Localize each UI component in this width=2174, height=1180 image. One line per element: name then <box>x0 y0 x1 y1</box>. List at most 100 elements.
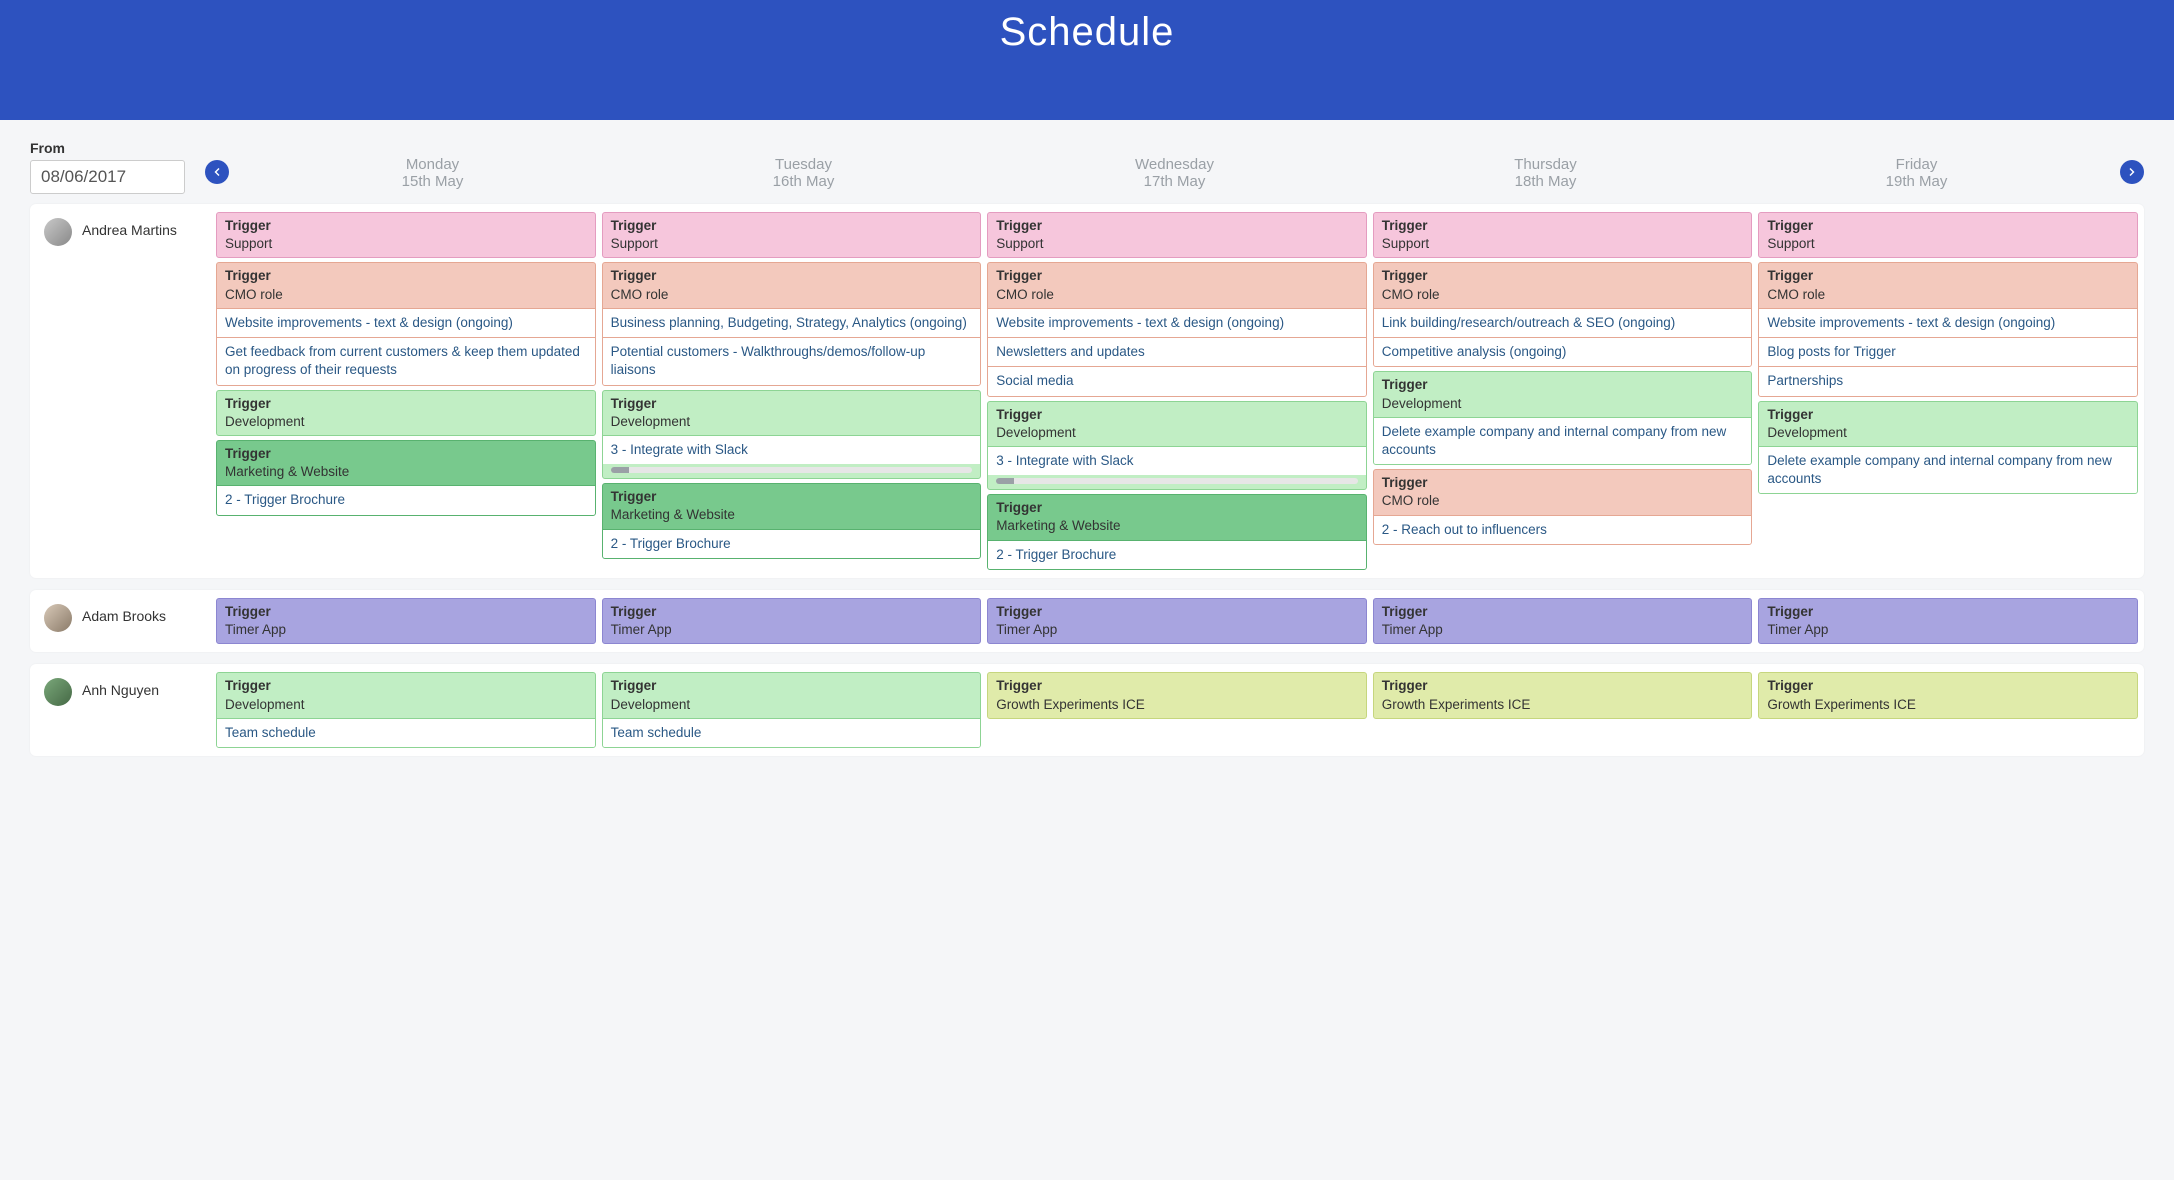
day-column: TriggerTimer App <box>602 598 982 644</box>
day-header: Tuesday 16th May <box>620 156 987 190</box>
card-item[interactable]: Blog posts for Trigger <box>1759 337 2137 366</box>
card-subtitle: Timer App <box>1767 621 2129 639</box>
from-input[interactable] <box>30 160 185 194</box>
schedule-card[interactable]: TriggerDevelopmentTeam schedule <box>216 672 596 748</box>
schedule-card[interactable]: TriggerDevelopmentDelete example company… <box>1758 401 2138 495</box>
card-item[interactable]: Team schedule <box>603 718 981 747</box>
card-item[interactable]: 2 - Trigger Brochure <box>988 540 1366 569</box>
schedule-card[interactable]: TriggerMarketing & Website2 - Trigger Br… <box>216 440 596 516</box>
next-button[interactable] <box>2120 160 2144 184</box>
card-subtitle: Timer App <box>225 621 587 639</box>
card-title: Trigger <box>996 267 1358 285</box>
card-title: Trigger <box>611 217 973 235</box>
card-header: TriggerDevelopment <box>1759 402 2137 446</box>
day-column: TriggerDevelopmentTeam schedule <box>216 672 596 748</box>
person-name: Adam Brooks <box>82 608 166 624</box>
day-date: 19th May <box>1733 173 2100 190</box>
day-column: TriggerSupportTriggerCMO roleWebsite imp… <box>216 212 596 570</box>
day-date: 18th May <box>1362 173 1729 190</box>
card-subtitle: CMO role <box>1382 492 1744 510</box>
schedule-card[interactable]: TriggerTimer App <box>1758 598 2138 644</box>
schedule-card[interactable]: TriggerCMO role Website improvements - te… <box>987 262 1367 396</box>
schedule-card[interactable]: TriggerTimer App <box>216 598 596 644</box>
card-subtitle: Development <box>225 413 587 431</box>
card-item[interactable]: 2 - Reach out to influencers <box>1374 515 1752 544</box>
card-header: TriggerDevelopment <box>1374 372 1752 416</box>
days-grid: TriggerTimer AppTriggerTimer AppTriggerT… <box>216 598 2138 644</box>
schedule-card[interactable]: TriggerCMO roleWebsite improvements - te… <box>216 262 596 385</box>
card-item[interactable]: Partnerships <box>1759 366 2137 395</box>
day-date: 15th May <box>249 173 616 190</box>
card-item[interactable]: Competitive analysis (ongoing) <box>1374 337 1752 366</box>
day-header: Thursday 18th May <box>1362 156 1729 190</box>
schedule-card[interactable]: TriggerGrowth Experiments ICE <box>1373 672 1753 718</box>
schedule-card[interactable]: TriggerTimer App <box>602 598 982 644</box>
card-item[interactable]: Business planning, Budgeting, Strategy, … <box>603 308 981 337</box>
card-header: TriggerMarketing & Website <box>988 495 1366 539</box>
schedule-card[interactable]: TriggerTimer App <box>1373 598 1753 644</box>
schedule-card[interactable]: TriggerCMO roleLink building/research/ou… <box>1373 262 1753 367</box>
schedule-card[interactable]: TriggerCMO roleWebsite improvements - te… <box>1758 262 2138 396</box>
page-title: Schedule <box>1000 10 1175 55</box>
card-subtitle: Support <box>225 235 587 253</box>
card-title: Trigger <box>1382 217 1744 235</box>
schedule-card[interactable]: TriggerSupport <box>216 212 596 258</box>
card-item[interactable]: Newsletters and updates <box>988 337 1366 366</box>
schedule-card[interactable]: TriggerSupport <box>987 212 1367 258</box>
card-header: TriggerSupport <box>603 213 981 257</box>
card-item[interactable]: Website improvements - text & design (on… <box>1759 308 2137 337</box>
schedule-card[interactable]: TriggerSupport <box>602 212 982 258</box>
card-item[interactable]: 3 - Integrate with Slack <box>988 446 1366 475</box>
schedule-card[interactable]: TriggerDevelopment3 - Integrate with Sla… <box>987 401 1367 491</box>
card-title: Trigger <box>611 603 973 621</box>
card-header: TriggerSupport <box>1374 213 1752 257</box>
schedule-card[interactable]: TriggerMarketing & Website2 - Trigger Br… <box>987 494 1367 570</box>
card-title: Trigger <box>1382 677 1744 695</box>
card-item[interactable]: Website improvements - text & design (on… <box>988 308 1366 337</box>
card-item[interactable]: Delete example company and internal comp… <box>1374 417 1752 464</box>
schedule-card[interactable]: TriggerTimer App <box>987 598 1367 644</box>
card-header: TriggerTimer App <box>603 599 981 643</box>
day-column: TriggerSupportTriggerCMO roleLink buildi… <box>1373 212 1753 570</box>
card-item[interactable]: 2 - Trigger Brochure <box>217 485 595 514</box>
progress-bar <box>611 467 973 473</box>
avatar <box>44 218 72 246</box>
schedule-card[interactable]: TriggerCMO roleBusiness planning, Budget… <box>602 262 982 385</box>
card-item[interactable]: Website improvements - text & design (on… <box>217 308 595 337</box>
card-header: TriggerCMO role <box>1759 263 2137 307</box>
card-item[interactable]: Social media <box>988 366 1366 395</box>
card-subtitle: CMO role <box>1382 286 1744 304</box>
schedule-card[interactable]: TriggerDevelopmentDelete example company… <box>1373 371 1753 465</box>
card-item[interactable]: Team schedule <box>217 718 595 747</box>
schedule-card[interactable]: TriggerDevelopmentTeam schedule <box>602 672 982 748</box>
schedule-card[interactable]: TriggerDevelopment3 - Integrate with Sla… <box>602 390 982 480</box>
schedule-card[interactable]: TriggerDevelopment <box>216 390 596 436</box>
schedule-card[interactable]: TriggerGrowth Experiments ICE <box>1758 672 2138 718</box>
days-grid: TriggerSupportTriggerCMO roleWebsite imp… <box>216 212 2138 570</box>
card-subtitle: Growth Experiments ICE <box>996 696 1358 714</box>
card-item[interactable]: Potential customers - Walkthroughs/demos… <box>603 337 981 384</box>
card-subtitle: CMO role <box>996 286 1358 304</box>
card-item[interactable]: Get feedback from current customers & ke… <box>217 337 595 384</box>
card-item[interactable]: 2 - Trigger Brochure <box>603 529 981 558</box>
schedule-card[interactable]: TriggerSupport <box>1373 212 1753 258</box>
card-item[interactable]: Delete example company and internal comp… <box>1759 446 2137 493</box>
card-title: Trigger <box>611 395 973 413</box>
schedule-card[interactable]: TriggerGrowth Experiments ICE <box>987 672 1367 718</box>
chevron-right-icon <box>2126 166 2138 178</box>
schedule-card[interactable]: TriggerSupport <box>1758 212 2138 258</box>
person-info: Anh Nguyen <box>36 672 216 748</box>
card-header: TriggerDevelopment <box>217 673 595 717</box>
from-label: From <box>30 140 185 156</box>
card-header: TriggerGrowth Experiments ICE <box>1759 673 2137 717</box>
schedule-rows: Andrea MartinsTriggerSupportTriggerCMO r… <box>30 204 2144 756</box>
day-column: TriggerSupport TriggerCMO roleBusiness pl… <box>602 212 982 570</box>
card-title: Trigger <box>225 677 587 695</box>
card-header: TriggerTimer App <box>217 599 595 643</box>
card-item[interactable]: 3 - Integrate with Slack <box>603 435 981 464</box>
prev-button[interactable] <box>205 160 229 184</box>
card-item[interactable]: Link building/research/outreach & SEO (o… <box>1374 308 1752 337</box>
schedule-card[interactable]: TriggerMarketing & Website2 - Trigger Br… <box>602 483 982 559</box>
schedule-card[interactable]: TriggerCMO role2 - Reach out to influenc… <box>1373 469 1753 545</box>
card-header: TriggerDevelopment <box>988 402 1366 446</box>
